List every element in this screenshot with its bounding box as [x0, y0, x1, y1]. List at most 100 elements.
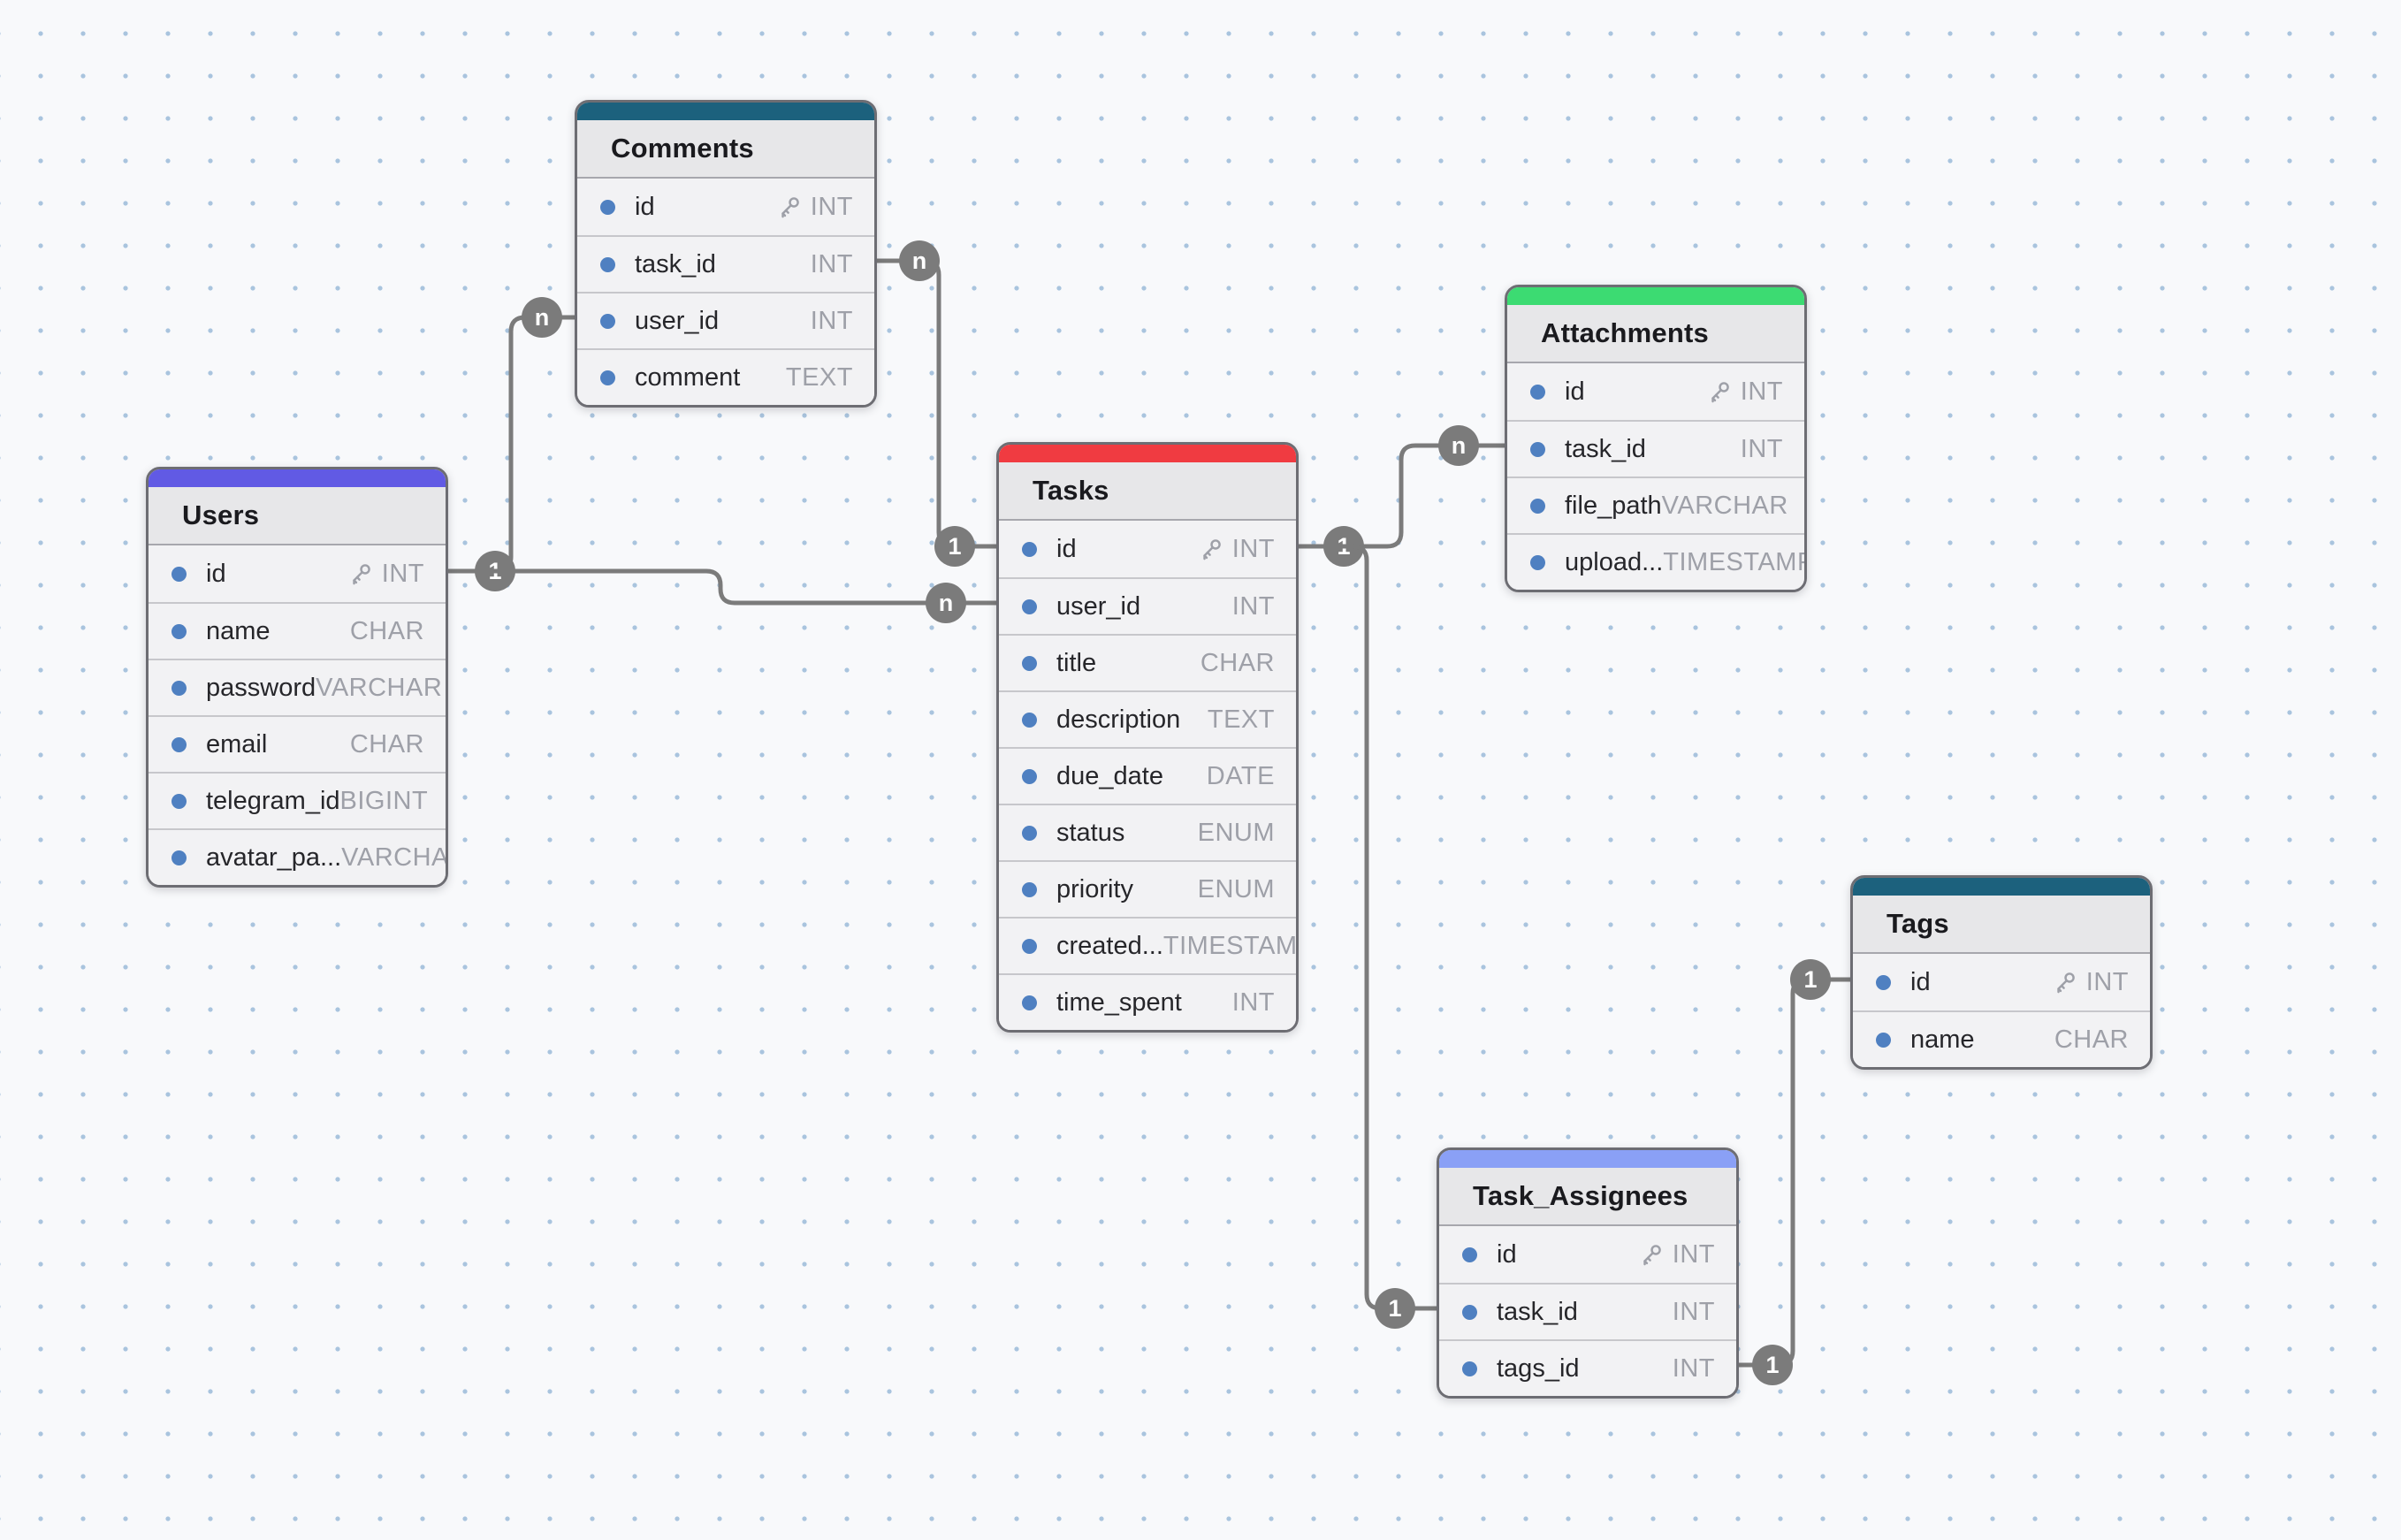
field-row[interactable]: telegram_idBIGINT: [149, 772, 446, 828]
field-type: CHAR: [350, 730, 424, 759]
field-type: INT: [1673, 1354, 1715, 1384]
field-row[interactable]: emailCHAR: [149, 715, 446, 772]
field-name: name: [1910, 1025, 1975, 1055]
field-row[interactable]: title CHAR: [999, 634, 1296, 690]
relationship-line[interactable]: [1299, 446, 1505, 546]
field-row[interactable]: idINT: [577, 179, 874, 235]
field-row[interactable]: due_date DATE: [999, 747, 1296, 804]
field-type: CHAR: [1200, 649, 1275, 678]
field-row[interactable]: commentTEXT: [577, 348, 874, 405]
field-type: INT: [811, 193, 853, 222]
field-name: status: [1056, 819, 1124, 848]
field-type: TIMESTAMP: [1163, 932, 1299, 961]
field-name: task_id: [1565, 435, 1646, 464]
field-name: title: [1056, 649, 1096, 678]
field-name: upload...: [1565, 548, 1663, 577]
field-dot-icon: [600, 200, 615, 215]
field-name: id: [1056, 535, 1077, 564]
field-name: due_date: [1056, 762, 1163, 791]
field-row[interactable]: file_pathVARCHAR: [1507, 476, 1804, 533]
field-name: name: [206, 617, 271, 646]
primary-key-icon: [1705, 378, 1733, 406]
table-attachments[interactable]: Attachments id INT task_idINTfile_pathVARCH…: [1505, 285, 1807, 592]
field-row[interactable]: id INT: [149, 545, 446, 602]
field-type: INT: [811, 307, 853, 336]
table-title: Tags: [1853, 896, 2150, 954]
field-type: INT: [1741, 377, 1783, 407]
field-row[interactable]: idINT: [1853, 954, 2150, 1010]
field-row[interactable]: statusENUM: [999, 804, 1296, 860]
relationship-line[interactable]: [877, 261, 996, 546]
table-title: Tasks: [999, 462, 1296, 521]
field-row[interactable]: time_spent INT: [999, 973, 1296, 1030]
field-dot-icon: [1022, 656, 1037, 671]
field-type: VARCHAR: [1662, 492, 1788, 521]
table-tasks[interactable]: Tasks id INT user_idINTtitle CHAR description…: [996, 442, 1299, 1033]
field-name: telegram_id: [206, 787, 340, 816]
table-tags[interactable]: TagsidINT name CHAR: [1850, 875, 2153, 1070]
field-row[interactable]: idINT: [1439, 1226, 1736, 1283]
diagram-canvas[interactable]: 1nnn11n111UsersidINTnameCHARpasswordVARC…: [0, 0, 2401, 1540]
field-type: INT: [382, 560, 424, 589]
cardinality-bubble: 1: [1752, 1345, 1793, 1385]
cardinality-label: n: [912, 248, 927, 274]
relationship-line[interactable]: [448, 571, 996, 603]
field-name: id: [1910, 968, 1931, 997]
relationship-line[interactable]: [1299, 546, 1437, 1308]
field-row[interactable]: avatar_pa...VARCHAR: [149, 828, 446, 885]
field-dot-icon: [1876, 1033, 1891, 1048]
field-type: INT: [1232, 988, 1275, 1018]
field-name: time_spent: [1056, 988, 1182, 1018]
field-type: INT: [1673, 1298, 1715, 1327]
primary-key-icon: [1197, 536, 1224, 563]
field-row[interactable]: created...TIMESTAMP: [999, 917, 1296, 973]
field-row[interactable]: task_id INT: [1439, 1283, 1736, 1339]
field-type: CHAR: [350, 617, 424, 646]
field-row[interactable]: id INT: [999, 521, 1296, 577]
field-dot-icon: [1022, 995, 1037, 1010]
field-type: TEXT: [786, 363, 853, 393]
field-row[interactable]: name CHAR: [149, 602, 446, 659]
table-comments[interactable]: CommentsidINTtask_idINTuser_idINTcomment…: [575, 100, 877, 408]
field-dot-icon: [600, 370, 615, 385]
field-name: task_id: [1497, 1298, 1578, 1327]
field-dot-icon: [172, 567, 187, 582]
field-dot-icon: [600, 314, 615, 329]
field-dot-icon: [172, 850, 187, 865]
cardinality-bubble: n: [899, 240, 940, 281]
field-name: id: [206, 560, 226, 589]
table-accent-bar: [1853, 878, 2150, 896]
field-type: TEXT: [1208, 705, 1275, 735]
field-dot-icon: [1022, 939, 1037, 954]
field-type: ENUM: [1198, 875, 1275, 904]
field-row[interactable]: name CHAR: [1853, 1010, 2150, 1067]
relationship-line[interactable]: [1739, 980, 1850, 1365]
field-row[interactable]: user_idINT: [999, 577, 1296, 634]
cardinality-bubble: n: [926, 583, 966, 623]
field-dot-icon: [1022, 769, 1037, 784]
cardinality-label: n: [939, 590, 954, 616]
relationship-line[interactable]: [448, 317, 575, 571]
table-accent-bar: [149, 469, 446, 487]
table-task_assignees[interactable]: Task_AssigneesidINTtask_idINTtags_idINT: [1437, 1147, 1739, 1399]
cardinality-label: n: [535, 304, 550, 331]
field-row[interactable]: passwordVARCHAR: [149, 659, 446, 715]
table-title: Attachments: [1507, 305, 1804, 363]
field-row[interactable]: task_idINT: [577, 235, 874, 292]
field-dot-icon: [1022, 599, 1037, 614]
field-row[interactable]: tags_idINT: [1439, 1339, 1736, 1396]
field-row[interactable]: user_id INT: [577, 292, 874, 348]
field-type: VARCHAR: [341, 843, 448, 873]
cardinality-label: 1: [1803, 966, 1817, 993]
field-row[interactable]: id INT: [1507, 363, 1804, 420]
field-type: DATE: [1207, 762, 1275, 791]
field-name: id: [1565, 377, 1585, 407]
table-users[interactable]: UsersidINTnameCHARpasswordVARCHARemailCH…: [146, 467, 448, 888]
field-type: CHAR: [2054, 1025, 2129, 1055]
field-type: INT: [1232, 535, 1275, 564]
field-row[interactable]: task_idINT: [1507, 420, 1804, 476]
field-row[interactable]: upload...TIMESTAMP: [1507, 533, 1804, 590]
field-row[interactable]: descriptionTEXT: [999, 690, 1296, 747]
field-name: user_id: [635, 307, 719, 336]
field-row[interactable]: priorityENUM: [999, 860, 1296, 917]
